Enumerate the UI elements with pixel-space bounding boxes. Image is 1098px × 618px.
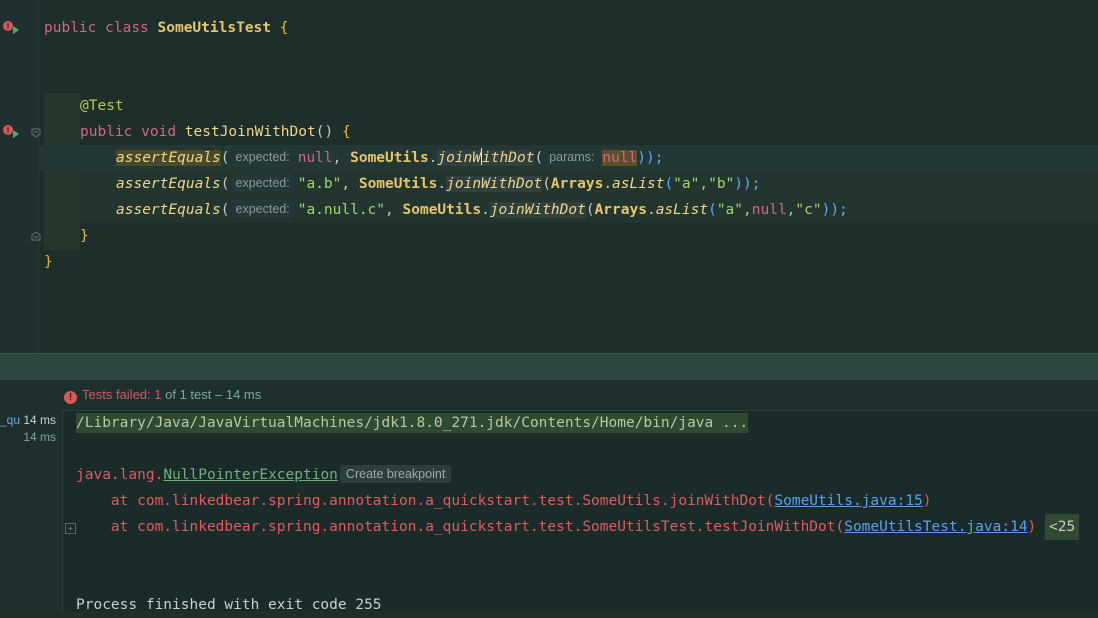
create-breakpoint-button[interactable]: Create breakpoint <box>339 465 452 483</box>
parameter-hint: expected: <box>231 200 294 218</box>
code-line-assert-3: assertEquals(expected: "a.null.c", SomeUt… <box>116 200 848 218</box>
parameter-hint: expected: <box>231 148 294 166</box>
method-scope-highlight <box>44 93 80 250</box>
test-tree-row[interactable]: 14 ms <box>0 429 62 445</box>
source-link[interactable]: SomeUtils.java:15 <box>774 493 922 509</box>
fold-icon[interactable] <box>31 128 41 138</box>
code-line-method-close: } <box>80 228 89 244</box>
panel-splitter[interactable] <box>0 353 1098 380</box>
fold-end-icon[interactable] <box>31 231 41 241</box>
console-stacktrace-line: at com.linkedbear.spring.annotation.a_qu… <box>76 514 1080 540</box>
code-line-method-declaration: public void testJoinWithDot() { <box>80 124 351 140</box>
test-run-panel: ! Tests failed: 1 of 1 test – 14 ms _qu 1… <box>0 380 1098 613</box>
code-line-assert-2: assertEquals(expected: "a.b", SomeUtils.j… <box>116 174 761 192</box>
console-command-line: /Library/Java/JavaVirtualMachines/jdk1.8… <box>76 413 749 433</box>
editor-gutter <box>0 0 41 353</box>
expand-icon[interactable]: + <box>65 523 76 534</box>
code-line-assert-1: assertEquals(expected: null, SomeUtils.jo… <box>116 148 664 166</box>
test-status-text: ! Tests failed: 1 of 1 test – 14 ms <box>64 386 261 404</box>
parameter-hint: expected: <box>231 174 294 192</box>
code-line-annotation: @Test <box>80 98 124 114</box>
console-exit-line: Process finished with exit code 255 <box>76 597 382 613</box>
test-status-bar: ! Tests failed: 1 of 1 test – 14 ms <box>0 380 1098 411</box>
test-tree[interactable]: _qu 14 ms 14 ms <box>0 410 63 611</box>
run-test-failed-icon[interactable] <box>2 123 20 141</box>
run-test-failed-icon[interactable] <box>2 19 20 37</box>
console-exception-line: java.lang.NullPointerException Create bre… <box>76 462 452 488</box>
code-line-class-declaration: public class SomeUtilsTest { <box>44 20 289 36</box>
console-stacktrace-line: at com.linkedbear.spring.annotation.a_qu… <box>76 493 932 509</box>
code-editor[interactable]: public class SomeUtilsTest { @Test publi… <box>0 0 1098 353</box>
test-tree-row[interactable]: _qu 14 ms <box>0 412 62 428</box>
error-icon: ! <box>64 391 77 404</box>
collapsed-frames-tag[interactable]: <25 <box>1045 514 1080 540</box>
exception-link[interactable]: NullPointerException <box>163 467 338 483</box>
code-line-class-close: } <box>44 254 53 270</box>
source-link[interactable]: SomeUtilsTest.java:14 <box>844 519 1027 535</box>
parameter-hint: params: <box>545 148 599 166</box>
